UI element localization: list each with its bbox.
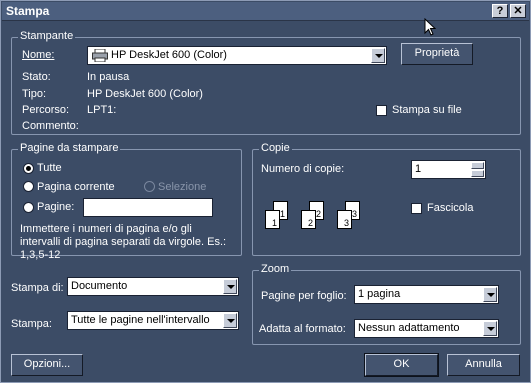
pages-per-sheet-label: Pagine per foglio: [261, 290, 347, 302]
printer-group-label: Stampante [18, 30, 76, 42]
mouse-cursor-icon [424, 18, 436, 36]
copies-count-value: 1 [415, 163, 422, 175]
chevron-down-icon[interactable] [371, 48, 385, 63]
spin-up-icon[interactable] [471, 162, 484, 169]
page-range-label[interactable]: Pagine: [37, 201, 74, 213]
print-dialog: Stampa ? ✕ Stampante Nome: HP DeskJet 60… [0, 0, 531, 383]
properties-button-label: Proprietà [414, 47, 460, 59]
chevron-down-icon[interactable] [483, 321, 497, 336]
radio-all-pages[interactable] [23, 163, 34, 174]
collate-page: 1 [265, 210, 280, 229]
path-label: Percorso: [22, 104, 70, 116]
page-range-input[interactable] [83, 198, 213, 217]
cancel-button-label: Annulla [465, 358, 502, 370]
collate-page: 3 [337, 210, 352, 229]
chevron-down-icon[interactable] [223, 279, 237, 294]
copies-count-label: Numero di copie: [261, 163, 345, 175]
all-pages-label[interactable]: Tutte [37, 162, 62, 174]
chevron-down-icon[interactable] [223, 313, 237, 328]
ok-button[interactable]: OK [364, 353, 439, 377]
collate-label[interactable]: Fascicola [427, 202, 473, 214]
printer-name-label: Nome: [22, 49, 55, 61]
ok-button-label: OK [393, 358, 410, 370]
printer-icon [92, 49, 108, 62]
comment-label: Commento: [22, 120, 79, 132]
pages-per-sheet-select[interactable]: 1 pagina [354, 285, 499, 304]
copies-count-spinner[interactable]: 1 [411, 160, 486, 179]
spinner-buttons[interactable] [471, 162, 484, 177]
properties-button[interactable]: Proprietà [401, 43, 473, 65]
collate-checkbox[interactable] [411, 203, 422, 214]
radio-page-range[interactable] [23, 202, 34, 213]
zoom-group-label: Zoom [259, 263, 292, 275]
print-what-value: Documento [71, 280, 128, 292]
options-button-label: Opzioni... [23, 358, 71, 370]
page-range-hint: Immettere i numeri di pagina e/o gli int… [20, 223, 227, 261]
print-select[interactable]: Tutte le pagine nell'intervallo [67, 311, 239, 330]
close-button[interactable]: ✕ [510, 4, 526, 18]
pages-group-label: Pagine da stampare [18, 142, 121, 154]
radio-current-page[interactable] [23, 181, 34, 192]
pages-per-sheet-value: 1 pagina [358, 288, 401, 300]
type-label: Tipo: [22, 88, 47, 100]
radio-selection [144, 181, 155, 192]
selection-label: Selezione [158, 181, 207, 193]
type-value: HP DeskJet 600 (Color) [87, 88, 203, 100]
print-label: Stampa: [11, 318, 52, 330]
status-label: Stato: [22, 71, 51, 83]
print-value: Tutte le pagine nell'intervallo [71, 314, 210, 326]
collate-page: 2 [301, 210, 316, 229]
scale-value: Nessun adattamento [358, 322, 460, 334]
help-button[interactable]: ? [492, 4, 508, 18]
print-to-file-label[interactable]: Stampa su file [392, 104, 462, 116]
scale-select[interactable]: Nessun adattamento [354, 319, 499, 338]
chevron-down-icon[interactable] [483, 287, 497, 302]
path-value: LPT1: [87, 104, 117, 116]
cancel-button[interactable]: Annulla [447, 354, 520, 376]
printer-name-select[interactable]: HP DeskJet 600 (Color) [87, 46, 387, 65]
print-what-select[interactable]: Documento [67, 277, 239, 296]
status-value: In pausa [87, 71, 130, 83]
current-page-label[interactable]: Pagina corrente [37, 181, 115, 193]
copies-group-label: Copie [259, 142, 292, 154]
title-bar: Stampa ? ✕ [2, 2, 529, 21]
scale-label: Adatta al formato: [259, 323, 346, 335]
printer-name-value: HP DeskJet 600 (Color) [111, 49, 227, 61]
window-title: Stampa [6, 4, 50, 18]
options-button[interactable]: Opzioni... [11, 354, 83, 376]
print-what-label: Stampa di: [11, 282, 64, 294]
print-to-file-checkbox[interactable] [376, 105, 387, 116]
spin-down-icon[interactable] [471, 170, 484, 177]
